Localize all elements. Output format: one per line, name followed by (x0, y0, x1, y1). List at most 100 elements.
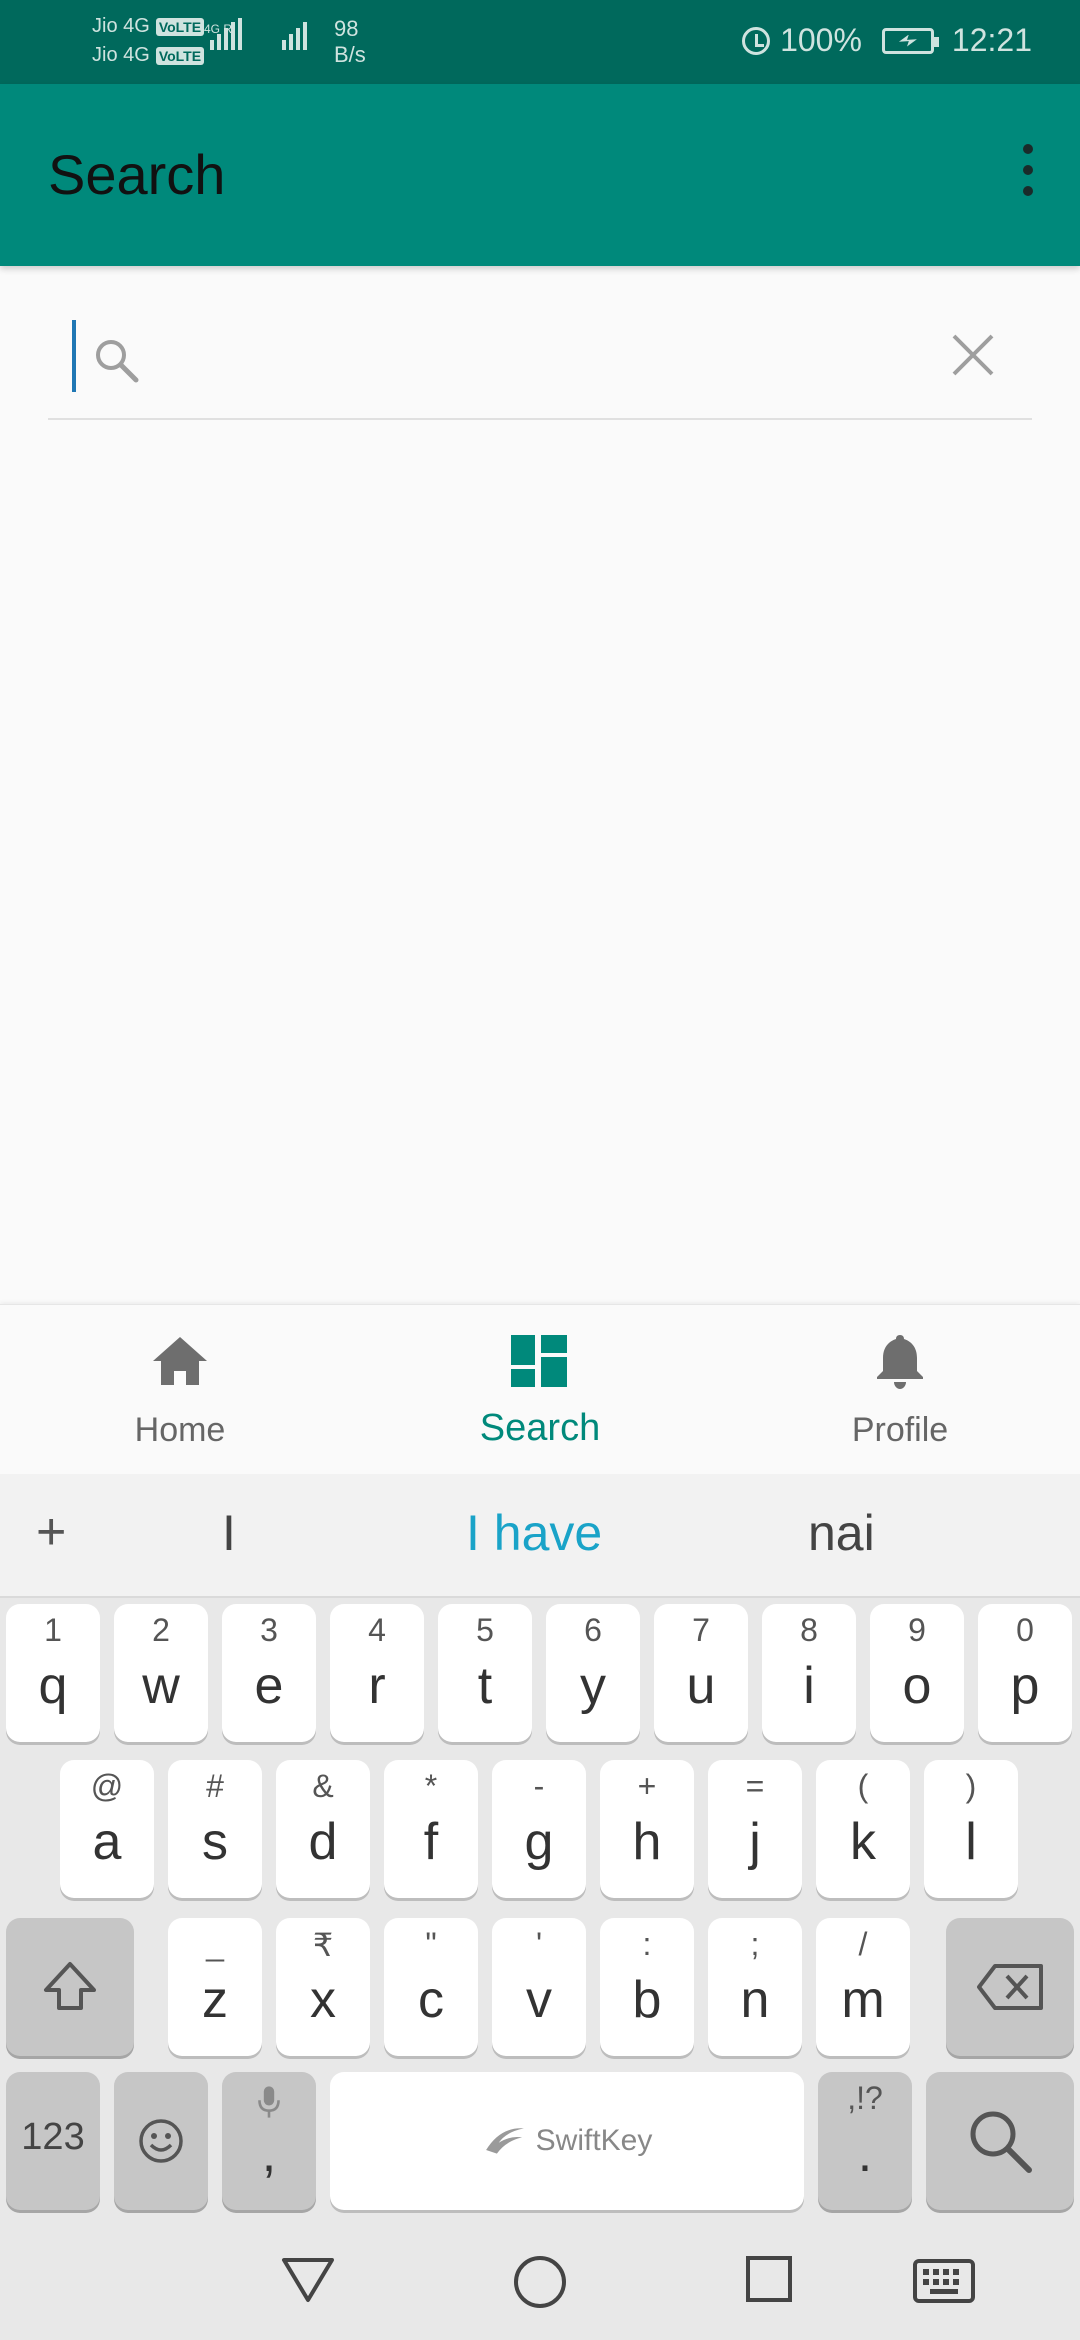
key-q-secondary: 1 (44, 1612, 62, 1648)
suggestion-1[interactable]: I (222, 1504, 236, 1562)
nav-item-profile[interactable]: Profile (720, 1305, 1080, 1474)
back-triangle-icon[interactable] (280, 2254, 336, 2304)
key-s-secondary: # (206, 1768, 224, 1804)
suggestion-bar: + I I have nai (0, 1474, 1080, 1598)
home-circle-icon[interactable] (512, 2254, 568, 2310)
key-q-label: q (38, 1657, 68, 1715)
key-p[interactable]: 0p (978, 1604, 1072, 1742)
search-icon (970, 2111, 1032, 2173)
key-h[interactable]: + h (600, 1760, 694, 1898)
key-i-secondary: 8 (800, 1612, 818, 1648)
data-rate-unit: B/s (334, 42, 366, 67)
more-vert-icon[interactable] (1010, 140, 1046, 200)
key-g-label: g (524, 1813, 554, 1871)
key-b[interactable]: :b (600, 1918, 694, 2056)
emoji-icon (139, 2119, 183, 2163)
key-k-secondary: ( (857, 1768, 869, 1804)
period-key-sub: ,!? (847, 2080, 883, 2116)
key-f[interactable]: * f (384, 1760, 478, 1898)
key-w[interactable]: 2w (114, 1604, 208, 1742)
key-m-label: m (841, 1971, 885, 2029)
nav-item-search[interactable]: Search (360, 1305, 720, 1474)
backspace-icon (977, 1964, 1043, 2010)
key-y-label: y (580, 1657, 606, 1715)
key-n[interactable]: ; n (708, 1918, 802, 2056)
key-k[interactable]: (k (816, 1760, 910, 1898)
key-r[interactable]: 4r (330, 1604, 424, 1742)
key-i[interactable]: 8i (762, 1604, 856, 1742)
data-rate: 98 B/s (334, 16, 366, 68)
key-x-label: x (310, 1971, 336, 2029)
microphone-icon (258, 2086, 280, 2118)
key-e[interactable]: 3e (222, 1604, 316, 1742)
search-icon (96, 340, 139, 383)
key-l[interactable]: ) l (924, 1760, 1018, 1898)
numbers-key[interactable]: 123 (6, 2072, 100, 2210)
key-x[interactable]: ₹ x (276, 1918, 370, 2056)
comma-key[interactable]: , (222, 2072, 316, 2210)
app-bar: Search (0, 84, 1080, 266)
page-title: Search (48, 143, 226, 206)
clock: 12:21 (951, 22, 1032, 58)
key-l-label: l (965, 1813, 977, 1871)
bottom-navigation: Home Search Profile (0, 1304, 1080, 1474)
key-e-secondary: 3 (260, 1612, 278, 1648)
system-navigation-bar (0, 2220, 1080, 2340)
search-key[interactable] (926, 2072, 1074, 2210)
key-g-secondary: - (533, 1768, 545, 1804)
shift-icon (44, 1962, 96, 2010)
key-u[interactable]: 7u (654, 1604, 748, 1742)
numbers-key-label: 123 (21, 2116, 85, 2158)
key-f-secondary: * (424, 1768, 438, 1804)
key-t[interactable]: 5t (438, 1604, 532, 1742)
period-key-label: . (857, 2125, 873, 2183)
recents-square-icon[interactable] (744, 2254, 794, 2304)
key-d[interactable]: & d (276, 1760, 370, 1898)
battery-percent: 100% (780, 22, 862, 58)
key-f-label: f (423, 1813, 439, 1871)
space-key[interactable]: SwiftKey (330, 2072, 804, 2210)
shift-key[interactable] (6, 1918, 134, 2056)
search-input[interactable] (158, 324, 938, 390)
key-r-label: r (368, 1657, 386, 1715)
key-s[interactable]: # s (168, 1760, 262, 1898)
key-q[interactable]: 1q (6, 1604, 100, 1742)
emoji-key[interactable] (114, 2072, 208, 2210)
key-o-label: o (902, 1657, 932, 1715)
key-d-label: d (308, 1813, 338, 1871)
close-icon[interactable] (948, 330, 998, 380)
nav-item-home[interactable]: Home (0, 1305, 360, 1474)
key-v-label: v (526, 1971, 552, 2029)
comma-key-label: , (261, 2125, 277, 2183)
keyboard: + I I have nai 1 q 2 w 3 e 4 r 5 t 6 y 7 u 8 i 9 o 0 p @ a # s &… (0, 1474, 1080, 2220)
key-z-label: z (202, 1971, 228, 2029)
key-m[interactable]: / m (816, 1918, 910, 2056)
key-n-label: n (740, 1971, 770, 2029)
keyboard-hide-icon[interactable] (912, 2258, 976, 2304)
search-field (48, 300, 1032, 420)
home-icon (153, 1337, 207, 1385)
key-c-label: c (418, 1971, 444, 2029)
key-t-secondary: 5 (476, 1612, 494, 1648)
backspace-key[interactable] (946, 1918, 1074, 2056)
key-j[interactable]: = j (708, 1760, 802, 1898)
key-t-label: t (477, 1657, 493, 1715)
toolbar-plus-button[interactable]: + (36, 1502, 66, 1562)
key-h-secondary: + (637, 1768, 657, 1804)
key-o[interactable]: 9o (870, 1604, 964, 1742)
swiftkey-logo-icon (485, 2128, 524, 2154)
alarm-icon (742, 26, 771, 55)
suggestion-3[interactable]: nai (808, 1504, 875, 1562)
swiftkey-label: SwiftKey (535, 2124, 653, 2157)
key-v[interactable]: ' v (492, 1918, 586, 2056)
key-y[interactable]: 6y (546, 1604, 640, 1742)
suggestion-2[interactable]: I have (466, 1504, 602, 1562)
volte-1-badge: VoLTE (155, 17, 205, 36)
period-key[interactable]: ,!? . (818, 2072, 912, 2210)
key-c[interactable]: " c (384, 1918, 478, 2056)
key-y-secondary: 6 (584, 1612, 602, 1648)
key-a[interactable]: @ a (60, 1760, 154, 1898)
key-g[interactable]: -g (492, 1760, 586, 1898)
key-z-secondary: _ (206, 1926, 224, 1962)
key-z[interactable]: _ z (168, 1918, 262, 2056)
